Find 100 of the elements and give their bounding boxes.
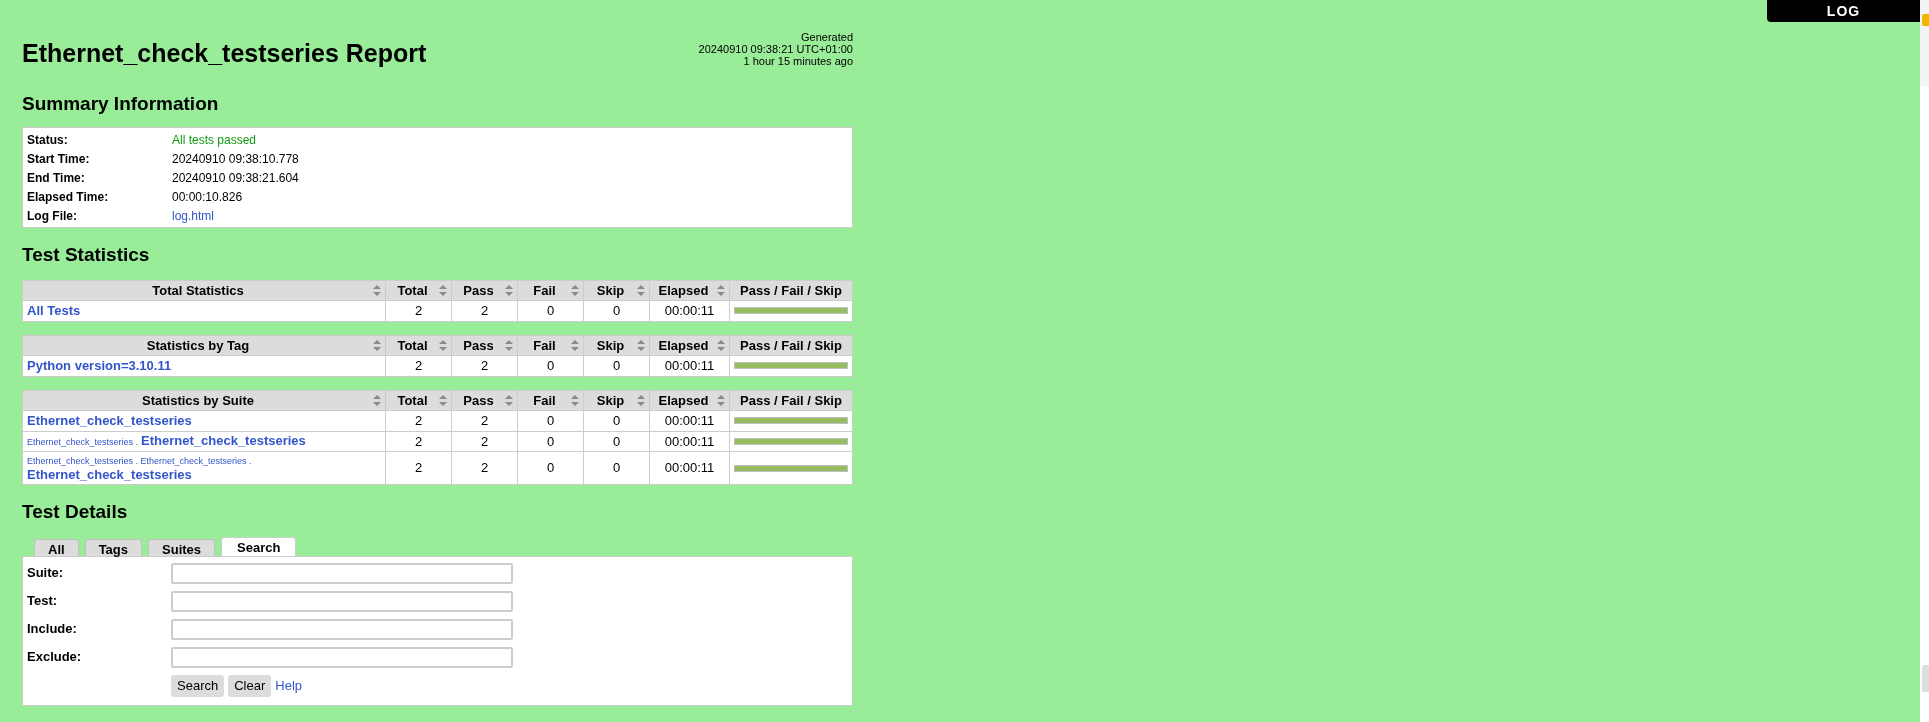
parent-suite-link[interactable]: Ethernet_check_testseries .	[27, 434, 139, 449]
table-cell: 2	[385, 410, 452, 431]
section-heading: Test Details	[22, 500, 129, 524]
bookmark-icon	[1922, 14, 1929, 26]
summary-label: End Time:	[27, 169, 86, 187]
stat-name-link[interactable]: All Tests	[27, 303, 81, 318]
details-tab[interactable]: Suites	[148, 538, 216, 556]
stat-name-link[interactable]: Ethernet_check_testseries	[27, 468, 192, 482]
summary-value: 20240910 09:38:21.604	[172, 169, 299, 187]
input-field[interactable]	[171, 646, 513, 668]
table-cell: 2	[385, 451, 452, 485]
table-cell: 00:00:11	[649, 410, 730, 431]
sort-icon	[717, 339, 725, 351]
table-cell: 0	[583, 410, 650, 431]
table-cell: 0	[517, 300, 584, 321]
column-header[interactable]: Skip	[583, 390, 650, 411]
sort-icon	[373, 284, 381, 296]
column-header[interactable]: Elapsed	[649, 280, 730, 301]
table-cell: 0	[517, 431, 584, 452]
summary-value: 00:00:10.826	[172, 188, 243, 206]
help-link[interactable]: Help	[275, 675, 303, 696]
summary-label: Start Time:	[27, 150, 91, 168]
generated-info: 20240910 09:38:21 UTC+01:00	[698, 43, 853, 55]
generated-info: Generated	[801, 31, 853, 43]
sort-icon	[637, 394, 645, 406]
column-header: Pass / Fail / Skip	[729, 390, 853, 411]
column-header: Pass / Fail / Skip	[729, 280, 853, 301]
sort-icon	[717, 284, 725, 296]
table-cell: 0	[517, 451, 584, 485]
column-header[interactable]: Total	[385, 390, 452, 411]
details-tab[interactable]: Search	[221, 536, 297, 556]
table-cell: 2	[451, 300, 518, 321]
column-header[interactable]: Total Statistics	[22, 280, 386, 301]
sort-icon	[505, 339, 513, 351]
field-label: Include:	[27, 619, 78, 638]
search-form-button[interactable]: Clear	[228, 674, 272, 697]
table-cell: 2	[451, 451, 518, 485]
sort-icon	[717, 394, 725, 406]
generated-info: 1 hour 15 minutes ago	[743, 55, 853, 67]
sort-icon	[505, 284, 513, 296]
sort-icon	[439, 284, 447, 296]
sort-icon	[571, 394, 579, 406]
parent-suite-link[interactable]: Ethernet_check_testseries . Ethernet_check_testseries .	[27, 454, 252, 468]
summary-value: 20240910 09:38:10.778	[172, 150, 299, 168]
column-header[interactable]: Elapsed	[649, 335, 730, 356]
scrollbar[interactable]	[1920, 0, 1929, 722]
table-cell: 0	[583, 355, 650, 376]
column-header[interactable]: Statistics by Suite	[22, 390, 386, 411]
details-tab[interactable]: Tags	[84, 538, 142, 556]
sort-icon	[439, 339, 447, 351]
log-file-link[interactable]: log.html	[172, 206, 215, 225]
sort-icon	[439, 394, 447, 406]
report-title: Ethernet_check_testseries Report	[22, 38, 427, 69]
column-header[interactable]: Statistics by Tag	[22, 335, 386, 356]
sort-icon	[373, 394, 381, 406]
column-header[interactable]: Total	[385, 335, 452, 356]
table-cell: 2	[451, 431, 518, 452]
search-form-button[interactable]: Search	[171, 674, 225, 697]
details-tab[interactable]: All	[34, 538, 79, 556]
input-field[interactable]	[171, 562, 513, 584]
field-label: Exclude:	[27, 647, 83, 666]
table-cell: 0	[583, 431, 650, 452]
table-cell: 2	[385, 300, 452, 321]
column-header[interactable]: Pass	[451, 280, 518, 301]
table-cell: 2	[451, 410, 518, 431]
column-header[interactable]: Skip	[583, 335, 650, 356]
column-header[interactable]: Total	[385, 280, 452, 301]
column-header[interactable]: Fail	[517, 335, 584, 356]
table-cell: 0	[517, 410, 584, 431]
sort-icon	[637, 284, 645, 296]
summary-label: Elapsed Time:	[27, 188, 110, 206]
column-header[interactable]: Elapsed	[649, 390, 730, 411]
table-cell: 0	[517, 355, 584, 376]
column-header[interactable]: Skip	[583, 280, 650, 301]
input-field[interactable]	[171, 618, 513, 640]
column-header: Pass / Fail / Skip	[729, 335, 853, 356]
column-header[interactable]: Fail	[517, 390, 584, 411]
table-cell: 0	[583, 451, 650, 485]
input-field[interactable]	[171, 590, 513, 612]
table-cell: 2	[385, 431, 452, 452]
table-cell: 00:00:11	[649, 451, 730, 485]
stat-name-link[interactable]: Ethernet_check_testseries	[141, 433, 306, 448]
sort-icon	[505, 394, 513, 406]
summary-label: Status:	[27, 131, 69, 149]
sort-icon	[373, 339, 381, 351]
log-tab[interactable]: LOG	[1767, 0, 1920, 22]
summary-label: Log File:	[27, 207, 78, 225]
column-header[interactable]: Pass	[451, 390, 518, 411]
column-header[interactable]: Fail	[517, 280, 584, 301]
column-header[interactable]: Pass	[451, 335, 518, 356]
sort-icon	[637, 339, 645, 351]
table-cell: 2	[385, 355, 452, 376]
scrollbar-thumb[interactable]	[1922, 665, 1929, 692]
table-cell: 2	[451, 355, 518, 376]
table-cell: 00:00:11	[649, 355, 730, 376]
section-heading: Summary Information	[22, 91, 220, 116]
sort-icon	[571, 339, 579, 351]
field-label: Suite:	[27, 563, 65, 582]
table-cell: 00:00:11	[649, 300, 730, 321]
section-heading: Test Statistics	[22, 243, 151, 267]
